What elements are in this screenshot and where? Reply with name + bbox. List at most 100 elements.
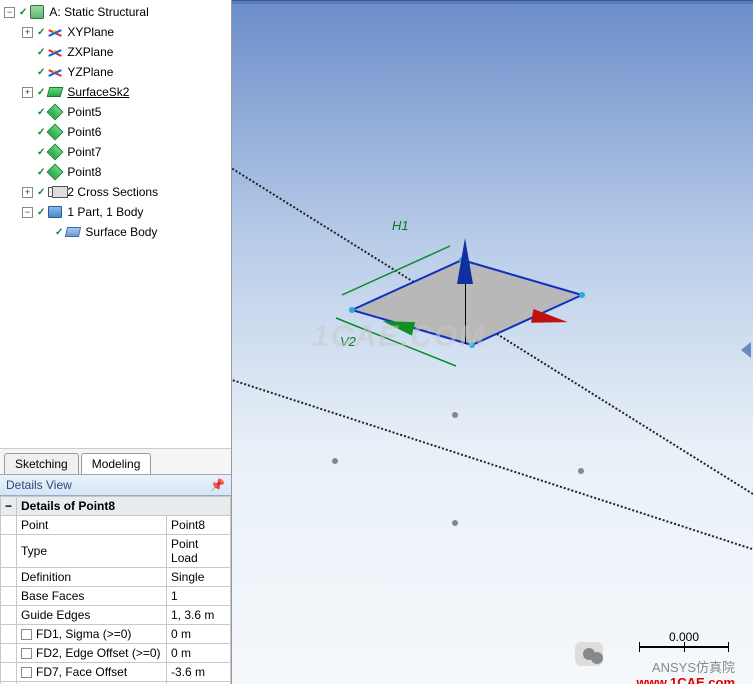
prop-name: Guide Edges <box>17 606 167 625</box>
tree-item-part-body[interactable]: − ✓ 1 Part, 1 Body <box>0 202 231 222</box>
tree-item-surfacesk2[interactable]: + ✓ SurfaceSk2 <box>0 82 231 102</box>
tree-item-point6[interactable]: ✓ Point6 <box>0 122 231 142</box>
tree-item-label: 1 Part, 1 Body <box>67 205 143 219</box>
tree-item-label: YZPlane <box>67 65 113 79</box>
tab-modeling[interactable]: Modeling <box>81 453 152 474</box>
prop-value[interactable]: Point Load <box>167 535 231 568</box>
checkbox-icon[interactable] <box>21 667 32 678</box>
prop-value[interactable]: -3.6 m <box>167 663 231 682</box>
details-row[interactable]: FD1, Sigma (>=0) 0 m <box>1 625 231 644</box>
construction-point[interactable] <box>332 458 338 464</box>
details-grid[interactable]: − Details of Point8 Point Point8 Type Po… <box>0 496 231 684</box>
prop-name: FD7, Face Offset <box>17 663 167 682</box>
expand-icon[interactable]: + <box>22 187 33 198</box>
point-icon <box>47 104 63 120</box>
details-row[interactable]: Definition Single <box>1 568 231 587</box>
pin-icon[interactable]: 📌 <box>210 478 225 492</box>
plane-icon <box>47 44 63 60</box>
prop-name: FD2, Edge Offset (>=0) <box>17 644 167 663</box>
collapse-icon[interactable]: − <box>1 497 17 516</box>
status-ok-icon: ✓ <box>37 87 45 98</box>
status-ok-icon: ✓ <box>37 27 45 38</box>
construction-axis <box>232 340 753 620</box>
construction-point[interactable] <box>452 520 458 526</box>
project-icon <box>29 4 45 20</box>
tree-item-label: Point8 <box>67 165 101 179</box>
checkbox-icon[interactable] <box>21 648 32 659</box>
tree-item-yzplane[interactable]: ✓ YZPlane <box>0 62 231 82</box>
surface-icon <box>47 84 63 100</box>
checkbox-icon[interactable] <box>21 629 32 640</box>
tree-item-cross-sections[interactable]: + ✓ 2 Cross Sections <box>0 182 231 202</box>
expand-icon[interactable]: + <box>22 87 33 98</box>
status-ok-icon: ✓ <box>37 67 45 78</box>
construction-point[interactable] <box>452 412 458 418</box>
details-row[interactable]: FD2, Edge Offset (>=0) 0 m <box>1 644 231 663</box>
panel-expand-icon[interactable] <box>741 342 751 358</box>
tab-strip: Sketching Modeling <box>0 448 231 474</box>
tree-root[interactable]: − ✓ A: Static Structural <box>0 2 231 22</box>
tree-item-label: ZXPlane <box>67 45 113 59</box>
tree-item-point7[interactable]: ✓ Point7 <box>0 142 231 162</box>
wechat-icon <box>575 642 603 666</box>
status-ok-icon: ✓ <box>37 167 45 178</box>
footer-text: ANSYS仿真院 <box>652 657 735 676</box>
prop-value[interactable]: 1, 3.6 m <box>167 606 231 625</box>
tree-item-zxplane[interactable]: ✓ ZXPlane <box>0 42 231 62</box>
details-row[interactable]: FD7, Face Offset -3.6 m <box>1 663 231 682</box>
prop-name: FD1, Sigma (>=0) <box>17 625 167 644</box>
tab-sketching[interactable]: Sketching <box>4 453 79 474</box>
expand-icon[interactable]: + <box>22 27 33 38</box>
tree-item-label: Point6 <box>67 125 101 139</box>
outline-tree[interactable]: − ✓ A: Static Structural + ✓ XYPlane ✓ Z… <box>0 0 231 448</box>
details-row[interactable]: Type Point Load <box>1 535 231 568</box>
tree-item-point8[interactable]: ✓ Point8 <box>0 162 231 182</box>
details-view-header: Details View 📌 <box>0 474 231 496</box>
watermark: 1CAE.COM <box>312 320 486 354</box>
prop-name: Base Faces <box>17 587 167 606</box>
left-panel: − ✓ A: Static Structural + ✓ XYPlane ✓ Z… <box>0 0 232 684</box>
status-ok-icon: ✓ <box>37 187 45 198</box>
construction-point[interactable] <box>578 468 584 474</box>
collapse-icon[interactable]: − <box>4 7 15 18</box>
cross-section-icon <box>47 184 63 200</box>
plane-icon <box>47 64 63 80</box>
details-section-row[interactable]: − Details of Point8 <box>1 497 231 516</box>
prop-value[interactable]: Point8 <box>167 516 231 535</box>
tree-item-label: Point7 <box>67 145 101 159</box>
status-ok-icon: ✓ <box>37 147 45 158</box>
tree-item-surface-body[interactable]: ✓ Surface Body <box>0 222 231 242</box>
tree-item-label: Point5 <box>67 105 101 119</box>
point-icon <box>47 124 63 140</box>
details-row[interactable]: Base Faces 1 <box>1 587 231 606</box>
details-view-title: Details View <box>6 478 72 492</box>
prop-value[interactable]: Single <box>167 568 231 587</box>
status-ok-icon: ✓ <box>37 107 45 118</box>
prop-value[interactable]: 0 m <box>167 644 231 663</box>
details-section-title: Details of Point8 <box>17 497 231 516</box>
footer-url: www.1CAE.com <box>637 675 735 684</box>
tree-item-label: SurfaceSk2 <box>67 85 129 99</box>
graphics-viewport[interactable]: H1 V2 1CAE.COM 0.000 ANSYS仿真院 www.1CAE.c… <box>232 0 753 684</box>
prop-value[interactable]: 0 m <box>167 625 231 644</box>
dimension-label-h1[interactable]: H1 <box>392 218 409 233</box>
tree-item-label: Surface Body <box>85 225 157 239</box>
collapse-icon[interactable]: − <box>22 207 33 218</box>
point-icon <box>47 144 63 160</box>
tree-item-point5[interactable]: ✓ Point5 <box>0 102 231 122</box>
plane-icon <box>47 24 63 40</box>
part-icon <box>47 204 63 220</box>
status-ok-icon: ✓ <box>55 227 63 238</box>
tree-item-xyplane[interactable]: + ✓ XYPlane <box>0 22 231 42</box>
tree-root-label: A: Static Structural <box>49 5 148 19</box>
prop-value[interactable]: 1 <box>167 587 231 606</box>
tree-item-label: XYPlane <box>67 25 114 39</box>
details-row[interactable]: Guide Edges 1, 3.6 m <box>1 606 231 625</box>
point-icon <box>47 164 63 180</box>
prop-name: Definition <box>17 568 167 587</box>
surface-body-icon <box>65 224 81 240</box>
details-row[interactable]: Point Point8 <box>1 516 231 535</box>
triad-z-axis-icon <box>457 238 473 284</box>
scale-bar: 0.000 <box>639 630 729 648</box>
construction-axis <box>232 130 753 651</box>
